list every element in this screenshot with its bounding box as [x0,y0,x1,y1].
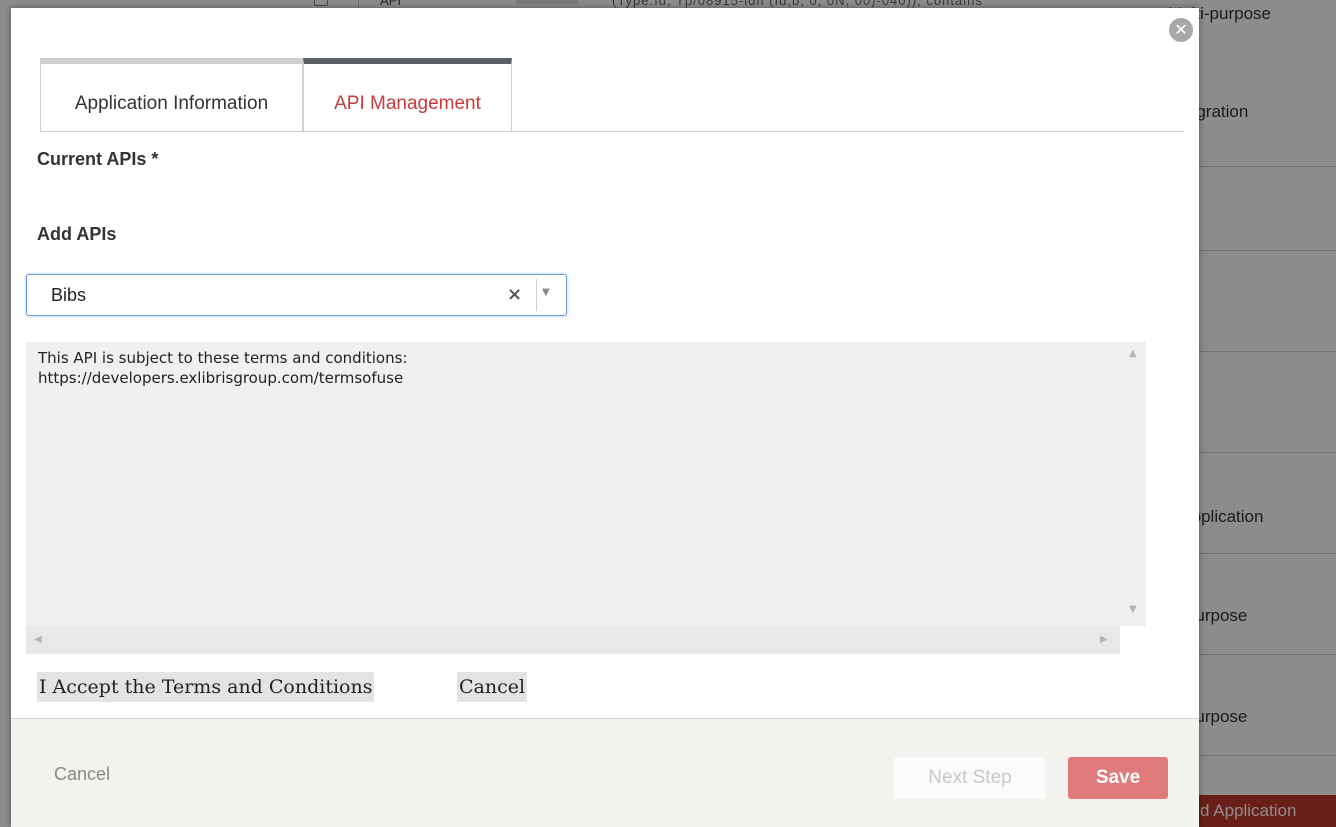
scrollbar-corner [1120,626,1146,654]
tab-api-management[interactable]: API Management [303,58,512,132]
clear-selection-icon[interactable]: × [507,284,522,305]
api-select-value: Bibs [51,285,87,305]
horizontal-scrollbar[interactable]: ◀ ▶ [26,626,1120,654]
scroll-left-arrow-icon[interactable]: ◀ [34,634,42,645]
terms-text: This API is subject to these terms and c… [38,348,407,388]
application-modal: Application Information API Management C… [11,8,1199,827]
scroll-right-arrow-icon[interactable]: ▶ [1100,634,1108,645]
terms-textarea[interactable]: This API is subject to these terms and c… [26,342,1146,654]
current-apis-label: Current APIs * [37,149,159,169]
cancel-link[interactable]: Cancel [54,764,110,785]
terms-line-2: https://developers.exlibrisgroup.com/ter… [38,369,404,387]
next-step-button[interactable]: Next Step [894,757,1046,799]
api-select[interactable]: Bibs × ▼ [26,274,567,316]
tab-divider [40,131,1184,132]
scroll-up-arrow-icon[interactable]: ▲ [1129,348,1137,359]
accept-terms-button[interactable]: I Accept the Terms and Conditions [37,672,375,702]
chevron-down-icon[interactable]: ▼ [542,287,550,298]
scroll-down-arrow-icon[interactable]: ▼ [1129,604,1137,615]
tab-application-information[interactable]: Application Information [40,58,303,132]
vertical-scrollbar[interactable]: ▲ ▼ [1120,342,1146,626]
save-button[interactable]: Save [1068,757,1168,799]
cancel-terms-button[interactable]: Cancel [457,672,528,702]
add-apis-label: Add APIs [37,224,117,244]
select-divider [536,279,537,311]
close-icon[interactable]: ✕ [1169,18,1193,42]
modal-footer: Cancel Next Step Save [11,718,1199,827]
terms-line-1: This API is subject to these terms and c… [38,349,408,367]
